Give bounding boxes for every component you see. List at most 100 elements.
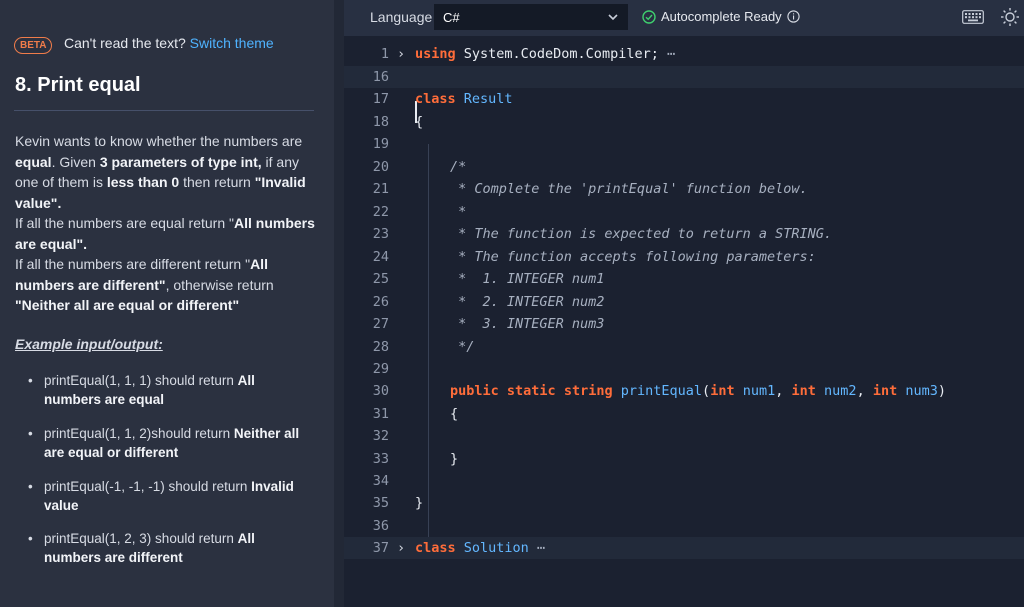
code-line: 24 * The function accepts following para… bbox=[344, 246, 1024, 268]
theme-banner: Can't read the text? Switch theme bbox=[64, 35, 274, 51]
code-line: 17 class Result bbox=[344, 88, 1024, 110]
code-line: 23 * The function is expected to return … bbox=[344, 223, 1024, 245]
language-label: Language bbox=[370, 9, 433, 25]
code-token: class bbox=[415, 540, 456, 556]
panel-splitter[interactable] bbox=[334, 0, 677, 607]
problem-description: Kevin wants to know whether the numbers … bbox=[15, 131, 315, 316]
line-number: 30 bbox=[372, 383, 389, 399]
code-text: * Complete the 'printEqual' function bel… bbox=[450, 181, 808, 197]
code-text: } bbox=[415, 495, 424, 511]
code-text: public static string printEqual(int num1… bbox=[450, 380, 946, 402]
line-number: 18 bbox=[372, 114, 389, 130]
code-text: * bbox=[450, 204, 467, 220]
code-token: printEqual bbox=[620, 383, 703, 399]
desc-text: If all the numbers are different return … bbox=[15, 256, 251, 272]
code-text: { bbox=[415, 114, 424, 130]
code-line: 33 } bbox=[344, 448, 1024, 470]
code-line: 35 } bbox=[344, 492, 1024, 514]
code-token: int bbox=[872, 383, 898, 399]
desc-bold: "Neither all are equal or different" bbox=[15, 297, 240, 313]
code-line: 32 bbox=[344, 425, 1024, 447]
autocomplete-status: Autocomplete Ready bbox=[642, 9, 800, 24]
code-line: 25 * 1. INTEGER num1 bbox=[344, 268, 1024, 290]
code-token: Result bbox=[455, 91, 513, 107]
fold-ellipsis[interactable]: ⋯ bbox=[529, 540, 545, 556]
code-line: 30 public static string printEqual(int n… bbox=[344, 380, 1024, 402]
keyboard-icon[interactable] bbox=[962, 10, 984, 29]
code-token: , bbox=[775, 383, 784, 399]
code-token: public bbox=[450, 383, 499, 399]
code-line: 18 { bbox=[344, 111, 1024, 133]
code-text: * 2. INTEGER num2 bbox=[450, 294, 605, 310]
code-line: 21 * Complete the 'printEqual' function … bbox=[344, 178, 1024, 200]
line-number: 34 bbox=[372, 473, 389, 489]
autocomplete-text: Autocomplete Ready bbox=[661, 9, 782, 24]
line-number: 35 bbox=[372, 495, 389, 511]
line-number: 21 bbox=[372, 181, 389, 197]
desc-text: If all the numbers are equal return " bbox=[15, 215, 234, 231]
example-text: printEqual(1, 2, 3) should return bbox=[44, 531, 238, 546]
problem-panel: BETA Can't read the text? Switch theme 8… bbox=[0, 0, 334, 607]
code-line: 19 bbox=[344, 133, 1024, 155]
chevron-right-icon[interactable]: › bbox=[397, 537, 405, 559]
desc-text: then return bbox=[179, 174, 255, 190]
line-number: 36 bbox=[372, 518, 389, 534]
fold-ellipsis[interactable]: ⋯ bbox=[659, 46, 675, 62]
beta-badge: BETA bbox=[14, 37, 53, 54]
line-number: 24 bbox=[372, 249, 389, 265]
code-token: class bbox=[415, 91, 456, 107]
bullet-icon: • bbox=[28, 426, 33, 441]
line-number: 22 bbox=[372, 204, 389, 220]
code-area[interactable]: 1 › using System.CodeDom.Compiler; ⋯ 16 … bbox=[344, 36, 1024, 607]
desc-text: . Given bbox=[51, 153, 100, 170]
code-line: 27 * 3. INTEGER num3 bbox=[344, 313, 1024, 335]
code-token: num3 bbox=[905, 383, 938, 399]
title-divider bbox=[14, 110, 314, 111]
line-number: 31 bbox=[372, 406, 389, 422]
language-value: C# bbox=[443, 10, 460, 25]
code-line: 37 › class Solution ⋯ bbox=[344, 537, 1024, 559]
code-line-active: 16 bbox=[344, 66, 1024, 88]
desc-bold: equal bbox=[15, 153, 52, 170]
bullet-icon: • bbox=[28, 531, 33, 546]
editor-toolbar: Language C# Autocomplete Ready bbox=[344, 0, 1024, 36]
desc-text: , otherwise return bbox=[165, 276, 274, 293]
language-select[interactable]: C# bbox=[434, 4, 628, 30]
code-text: * 3. INTEGER num3 bbox=[450, 316, 605, 332]
code-line: 1 › using System.CodeDom.Compiler; ⋯ bbox=[344, 43, 1024, 65]
code-text: * 1. INTEGER num1 bbox=[450, 271, 605, 287]
bullet-icon: • bbox=[28, 479, 33, 494]
code-line: 34 bbox=[344, 470, 1024, 492]
line-number: 17 bbox=[372, 91, 389, 107]
code-line: 28 */ bbox=[344, 336, 1024, 358]
line-number: 19 bbox=[372, 136, 389, 152]
info-icon[interactable] bbox=[787, 10, 800, 23]
example-text: printEqual(1, 1, 1) should return bbox=[44, 373, 238, 388]
example-text: printEqual(-1, -1, -1) should return bbox=[44, 479, 252, 494]
code-line: 20 /* bbox=[344, 156, 1024, 178]
line-number: 16 bbox=[372, 69, 389, 85]
code-line: 36 bbox=[344, 515, 1024, 537]
line-number: 23 bbox=[372, 226, 389, 242]
line-number: 29 bbox=[372, 361, 389, 377]
theme-banner-text: Can't read the text? bbox=[64, 35, 186, 51]
line-number: 32 bbox=[372, 428, 389, 444]
problem-title: 8. Print equal bbox=[15, 74, 141, 96]
code-token: , bbox=[856, 383, 865, 399]
code-token: static bbox=[506, 383, 556, 399]
code-token: Solution bbox=[455, 540, 529, 556]
code-token: ) bbox=[937, 383, 947, 399]
line-number: 37 bbox=[372, 540, 389, 556]
switch-theme-link[interactable]: Switch theme bbox=[190, 35, 274, 51]
code-text: } bbox=[450, 451, 459, 467]
example-text: printEqual(1, 1, 2)should return bbox=[44, 426, 234, 441]
code-line: 22 * bbox=[344, 201, 1024, 223]
code-token: num1 bbox=[742, 383, 776, 399]
chevron-right-icon[interactable]: › bbox=[397, 43, 405, 65]
code-text: using System.CodeDom.Compiler; ⋯ bbox=[415, 43, 675, 65]
code-text: */ bbox=[450, 339, 475, 355]
theme-toggle-icon[interactable] bbox=[1000, 7, 1020, 32]
example-heading: Example input/output: bbox=[15, 336, 163, 352]
desc-bold: 3 parameters of type int, bbox=[99, 153, 262, 170]
desc-text: Kevin wants to know whether the numbers … bbox=[15, 133, 303, 149]
